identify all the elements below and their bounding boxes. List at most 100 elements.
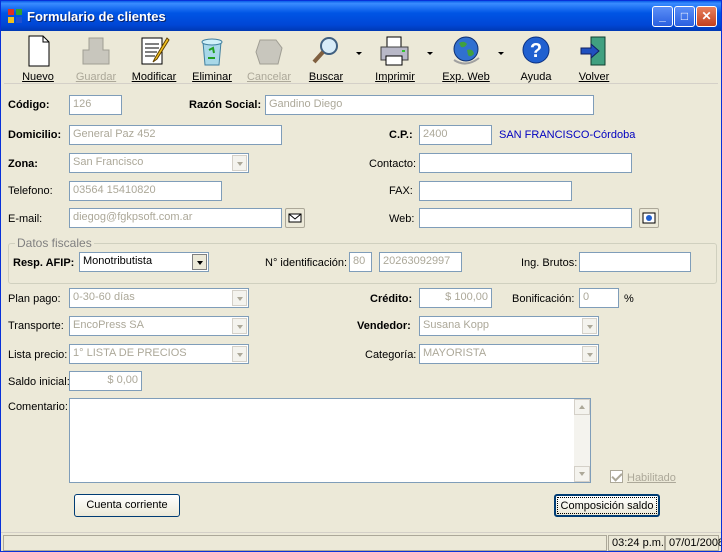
- svg-text:?: ?: [530, 40, 542, 62]
- status-time: 03:24 p.m.: [608, 535, 665, 551]
- razon-social-label: Razón Social:: [189, 99, 262, 111]
- saldo-inicial-field[interactable]: $ 0,00: [69, 371, 142, 391]
- fax-field[interactable]: [419, 181, 572, 201]
- composicion-saldo-button[interactable]: Composición saldo: [554, 494, 660, 517]
- imprimir-button[interactable]: Imprimir: [372, 34, 418, 84]
- habilitado-checkbox[interactable]: [610, 470, 623, 483]
- ing-brutos-field[interactable]: [579, 252, 691, 272]
- contacto-field[interactable]: [419, 153, 632, 173]
- buscar-button[interactable]: Buscar: [302, 34, 350, 84]
- mail-icon: [288, 213, 302, 223]
- printer-icon: [380, 36, 409, 66]
- title-bar: Formulario de clientes _ □ ✕: [1, 1, 721, 31]
- edit-icon: [141, 37, 170, 65]
- cancel-icon: [255, 39, 283, 65]
- fax-label: FAX:: [389, 185, 413, 197]
- tipo-identificacion-field[interactable]: 80: [349, 252, 372, 272]
- email-field[interactable]: diegog@fgkpsoft.com.ar: [69, 208, 282, 228]
- buscar-dropdown-arrow[interactable]: [356, 52, 362, 55]
- telefono-label: Telefono:: [8, 185, 53, 197]
- eliminar-button[interactable]: Eliminar: [188, 34, 236, 84]
- minimize-button[interactable]: _: [652, 6, 673, 27]
- chevron-down-icon[interactable]: [582, 318, 597, 334]
- cp-label: C.P.:: [389, 129, 413, 141]
- chevron-down-icon[interactable]: [582, 346, 597, 362]
- bonificacion-field[interactable]: 0: [579, 288, 619, 308]
- codigo-field[interactable]: 126: [69, 95, 122, 115]
- window-title: Formulario de clientes: [27, 9, 166, 24]
- nro-identificacion-field[interactable]: 20263092997: [379, 252, 462, 272]
- modificar-button[interactable]: Modificar: [130, 34, 178, 84]
- credito-field[interactable]: $ 100,00: [419, 288, 492, 308]
- habilitado-label: Habilitado: [627, 472, 676, 484]
- saldo-inicial-label: Saldo inicial:: [8, 376, 70, 388]
- vendedor-label: Vendedor:: [357, 320, 411, 332]
- send-email-button[interactable]: [285, 208, 305, 228]
- chevron-down-icon[interactable]: [232, 155, 247, 171]
- contacto-label: Contacto:: [369, 158, 417, 170]
- plan-pago-combo[interactable]: 0-30-60 días: [69, 288, 249, 308]
- maximize-button[interactable]: □: [674, 6, 695, 27]
- vendedor-combo[interactable]: Susana Kopp: [419, 316, 599, 336]
- resp-afip-combo[interactable]: Monotributista: [79, 252, 209, 272]
- datos-fiscales-title: Datos fiscales: [15, 236, 94, 250]
- scroll-up-icon[interactable]: [574, 399, 590, 415]
- status-panel-main: [3, 535, 607, 551]
- zona-label: Zona:: [8, 158, 38, 170]
- codigo-label: Código:: [8, 99, 50, 111]
- razon-social-field[interactable]: Gandino Diego: [265, 95, 594, 115]
- categoria-label: Categoría:: [365, 349, 417, 361]
- help-icon: ?: [522, 36, 550, 64]
- chevron-down-icon[interactable]: [232, 346, 247, 362]
- cuenta-corriente-button[interactable]: Cuenta corriente: [74, 494, 180, 517]
- resp-afip-label: Resp. AFIP:: [13, 257, 75, 269]
- status-date: 07/01/2008: [665, 535, 721, 551]
- comentario-textarea[interactable]: [69, 398, 591, 483]
- chevron-down-icon[interactable]: [192, 254, 207, 270]
- zona-combo[interactable]: San Francisco: [69, 153, 249, 173]
- status-bar: 03:24 p.m. 07/01/2008: [1, 532, 721, 551]
- window: Formulario de clientes _ □ ✕ Nuevo Guard…: [0, 0, 722, 552]
- app-icon: [8, 9, 22, 23]
- nro-identificacion-label: N° identificación:: [265, 257, 348, 269]
- web-field[interactable]: [419, 208, 632, 228]
- cancelar-button[interactable]: Cancelar: [244, 34, 294, 84]
- cp-field[interactable]: 2400: [419, 125, 492, 145]
- globe-icon: [453, 36, 480, 65]
- lista-precio-combo[interactable]: 1° LISTA DE PRECIOS: [69, 344, 249, 364]
- recycle-bin-icon: [201, 38, 223, 66]
- imprimir-dropdown-arrow[interactable]: [427, 52, 433, 55]
- bonificacion-label: Bonificación:: [512, 293, 575, 305]
- categoria-combo[interactable]: MAYORISTA: [419, 344, 599, 364]
- email-label: E-mail:: [8, 213, 43, 225]
- telefono-field[interactable]: 03564 15410820: [69, 181, 222, 201]
- domicilio-label: Domicilio:: [8, 129, 62, 141]
- plan-pago-label: Plan pago:: [8, 293, 61, 305]
- percent-label: %: [624, 293, 634, 305]
- guardar-button[interactable]: Guardar: [72, 34, 120, 84]
- exit-door-icon: [580, 36, 606, 66]
- comentario-label: Comentario:: [8, 401, 68, 413]
- open-web-button[interactable]: [639, 208, 659, 228]
- localidad-link[interactable]: SAN FRANCISCO-Córdoba: [499, 129, 635, 141]
- search-icon: [312, 37, 338, 64]
- ayuda-button[interactable]: ? Ayuda: [516, 34, 556, 84]
- browser-icon: [642, 212, 656, 224]
- volver-button[interactable]: Volver: [574, 34, 614, 84]
- nuevo-button[interactable]: Nuevo: [18, 34, 58, 84]
- comentario-scrollbar[interactable]: [574, 399, 590, 482]
- close-button[interactable]: ✕: [696, 6, 717, 27]
- toolbar: Nuevo Guardar Modificar Eliminar Cancela…: [4, 32, 718, 84]
- scroll-down-icon[interactable]: [574, 466, 590, 482]
- save-icon: [82, 37, 110, 65]
- chevron-down-icon[interactable]: [232, 318, 247, 334]
- lista-precio-label: Lista precio:: [8, 349, 68, 361]
- new-document-icon: [28, 35, 50, 67]
- web-label: Web:: [389, 213, 415, 225]
- exp-web-dropdown-arrow[interactable]: [498, 52, 504, 55]
- ing-brutos-label: Ing. Brutos:: [521, 257, 578, 269]
- transporte-combo[interactable]: EncoPress SA: [69, 316, 249, 336]
- domicilio-field[interactable]: General Paz 452: [69, 125, 282, 145]
- chevron-down-icon[interactable]: [232, 290, 247, 306]
- exp-web-button[interactable]: Exp. Web: [438, 34, 494, 84]
